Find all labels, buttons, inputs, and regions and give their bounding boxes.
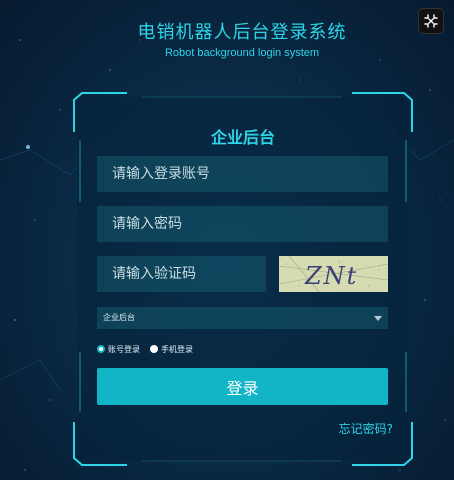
radio-phone-login[interactable]: 手机登录 — [150, 344, 193, 355]
login-panel: 企业后台 ZNt 企业后台 账号登录 手机登录 登录 忘记密 — [72, 92, 414, 466]
radio-label: 手机登录 — [161, 344, 193, 354]
radio-checked-icon — [97, 345, 105, 353]
page-subtitle: Robot background login system — [164, 47, 320, 59]
radio-unchecked-icon — [150, 345, 158, 353]
page-title: 电销机器人后台登录系统 — [137, 22, 347, 43]
captcha-image[interactable]: ZNt — [279, 256, 388, 292]
role-select[interactable]: 企业后台 — [97, 307, 388, 329]
panel-title: 企业后台 — [210, 128, 275, 147]
login-mode-group: 账号登录 手机登录 — [97, 343, 203, 355]
chevron-down-icon — [374, 316, 382, 321]
role-select-value: 企业后台 — [103, 313, 135, 322]
radio-account-login[interactable]: 账号登录 — [97, 344, 140, 355]
account-input[interactable] — [97, 156, 388, 192]
login-button[interactable]: 登录 — [97, 368, 388, 405]
password-input[interactable] — [97, 206, 388, 242]
captcha-input[interactable] — [97, 256, 266, 292]
captcha-text: ZNt — [304, 262, 358, 290]
forgot-password-link[interactable]: 忘记密码? — [339, 420, 393, 437]
radio-label: 账号登录 — [108, 344, 140, 354]
